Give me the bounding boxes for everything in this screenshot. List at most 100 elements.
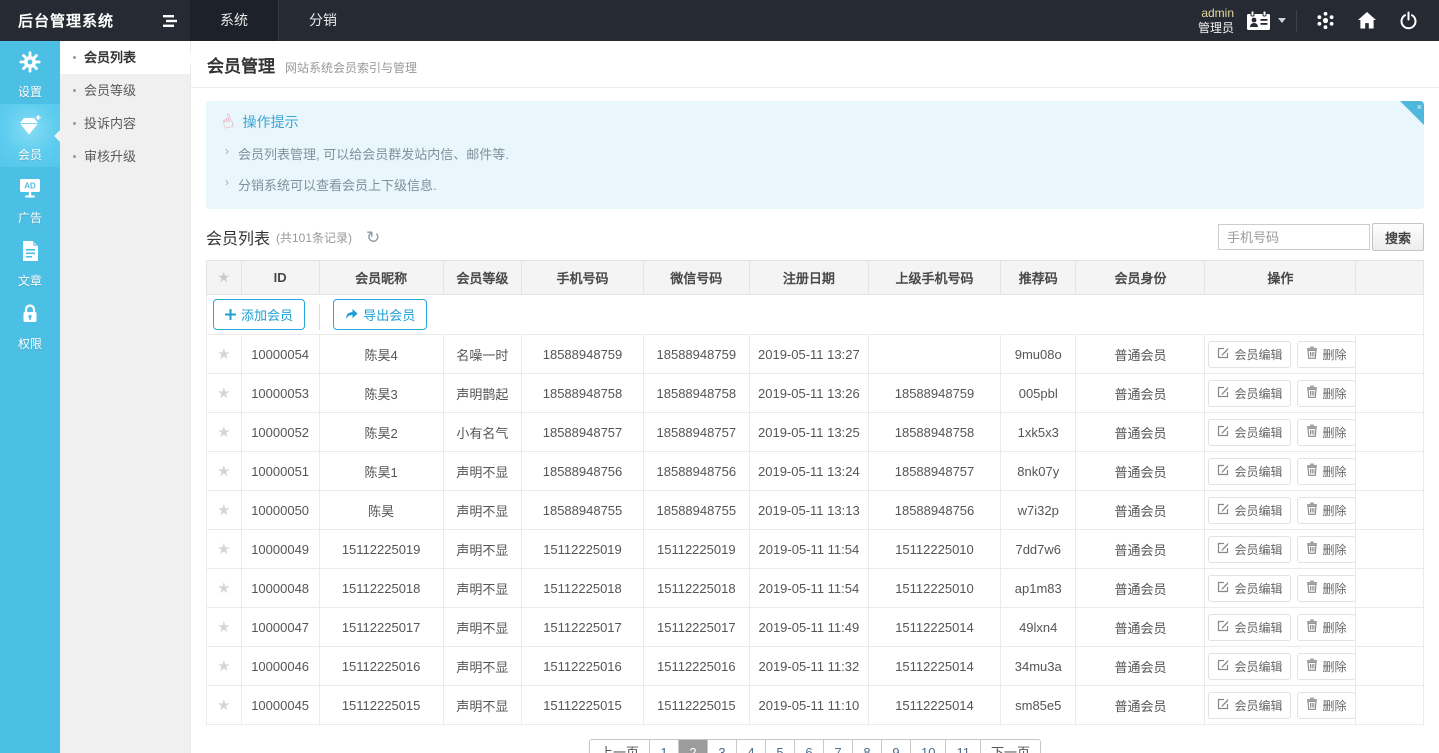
submenu-sidebar: 会员列表会员等级投诉内容审核升级 [60, 41, 190, 753]
star-icon[interactable]: ★ [207, 608, 242, 647]
article-icon [19, 239, 41, 268]
page-button-6[interactable]: 6 [794, 740, 823, 753]
page-button-7[interactable]: 7 [823, 740, 852, 753]
cell-id: 10000047 [241, 608, 319, 647]
svg-text:AD: AD [24, 181, 36, 190]
add-member-button[interactable]: 添加会员 [213, 299, 305, 330]
star-icon[interactable]: ★ [207, 374, 242, 413]
id-card-icon[interactable] [1243, 0, 1288, 41]
search-input[interactable] [1218, 224, 1370, 250]
delete-member-button[interactable]: 删除 [1297, 575, 1355, 602]
nav-tab-system[interactable]: 系统 [190, 0, 278, 41]
list-bar: 会员列表 (共101条记录) ↻ 搜索 [206, 223, 1424, 251]
delete-member-button[interactable]: 删除 [1297, 653, 1355, 680]
delete-label: 删除 [1322, 541, 1346, 558]
delete-member-button[interactable]: 删除 [1297, 497, 1355, 524]
menu-toggle-icon[interactable] [162, 14, 178, 28]
cell-parent_phone: 15112225010 [868, 530, 1000, 569]
edit-icon [1217, 502, 1234, 518]
edit-member-button[interactable]: 会员编辑 [1208, 575, 1291, 602]
cell-phone: 18588948757 [522, 413, 644, 452]
submenu-item-member-level[interactable]: 会员等级 [60, 74, 190, 107]
star-icon[interactable]: ★ [207, 452, 242, 491]
edit-icon [1217, 619, 1234, 635]
delete-member-button[interactable]: 删除 [1297, 692, 1355, 719]
edit-member-button[interactable]: 会员编辑 [1208, 653, 1291, 680]
trash-icon [1306, 502, 1322, 518]
edit-member-button[interactable]: 会员编辑 [1208, 458, 1291, 485]
page-subtitle: 网站系统会员索引与管理 [285, 59, 417, 76]
nav-tab-distribution[interactable]: 分销 [278, 0, 367, 41]
home-icon[interactable] [1346, 0, 1388, 41]
page-button-5[interactable]: 5 [765, 740, 794, 753]
page-button-8[interactable]: 8 [852, 740, 881, 753]
table-row: ★10000050陈昊声明不显1858894875518588948755201… [207, 491, 1424, 530]
cell-nickname: 陈昊 [319, 491, 443, 530]
edit-member-button[interactable]: 会员编辑 [1208, 419, 1291, 446]
page-button-11[interactable]: 11 [945, 740, 980, 753]
edit-member-button[interactable]: 会员编辑 [1208, 536, 1291, 563]
delete-member-button[interactable]: 删除 [1297, 536, 1355, 563]
star-icon[interactable]: ★ [207, 647, 242, 686]
column-header-3: 手机号码 [522, 261, 644, 295]
cell-id: 10000053 [241, 374, 319, 413]
cell-empty [1356, 491, 1424, 530]
page-button-1[interactable]: 1 [649, 740, 678, 753]
share-icon[interactable] [1305, 0, 1346, 41]
star-icon[interactable]: ★ [207, 686, 242, 725]
delete-member-button[interactable]: 删除 [1297, 380, 1355, 407]
page-button-3[interactable]: 3 [707, 740, 736, 753]
cell-ref_code: ap1m83 [1001, 569, 1076, 608]
prev-page-button[interactable]: 上一页 [590, 740, 649, 753]
cell-empty [1356, 452, 1424, 491]
next-page-button[interactable]: 下一页 [980, 740, 1040, 753]
cell-id: 10000045 [241, 686, 319, 725]
search-button[interactable]: 搜索 [1372, 223, 1424, 251]
star-icon[interactable]: ★ [207, 335, 242, 374]
power-icon[interactable] [1388, 0, 1429, 41]
sidebar-item-settings[interactable]: 设置 [0, 41, 60, 104]
cell-reg_date: 2019-05-11 13:24 [749, 452, 868, 491]
edit-member-button[interactable]: 会员编辑 [1208, 692, 1291, 719]
trash-icon [1306, 385, 1322, 401]
cell-parent_phone: 18588948756 [868, 491, 1000, 530]
cell-nickname: 陈昊2 [319, 413, 443, 452]
edit-label: 会员编辑 [1234, 346, 1282, 363]
delete-member-button[interactable]: 删除 [1297, 614, 1355, 641]
page-button-10[interactable]: 10 [910, 740, 945, 753]
sidebar-item-permissions[interactable]: 权限 [0, 293, 60, 356]
edit-member-button[interactable]: 会员编辑 [1208, 380, 1291, 407]
export-member-button[interactable]: 导出会员 [333, 299, 427, 330]
gear-icon [18, 50, 42, 79]
submenu-item-member-list[interactable]: 会员列表 [60, 41, 190, 74]
sidebar-item-ads[interactable]: AD广告 [0, 167, 60, 230]
delete-member-button[interactable]: 删除 [1297, 419, 1355, 446]
cell-identity: 普通会员 [1076, 491, 1205, 530]
star-icon[interactable]: ★ [207, 530, 242, 569]
delete-member-button[interactable]: 删除 [1297, 458, 1355, 485]
tip-collapse-corner[interactable]: × [1400, 101, 1424, 125]
submenu-item-upgrade-review[interactable]: 审核升级 [60, 140, 190, 173]
page-button-2[interactable]: 2 [678, 740, 707, 753]
star-icon[interactable]: ★ [207, 413, 242, 452]
edit-label: 会员编辑 [1234, 580, 1282, 597]
edit-member-button[interactable]: 会员编辑 [1208, 614, 1291, 641]
sidebar-item-members[interactable]: 会员 [0, 104, 60, 167]
edit-member-button[interactable]: 会员编辑 [1208, 497, 1291, 524]
submenu-item-complaints[interactable]: 投诉内容 [60, 107, 190, 140]
page-button-4[interactable]: 4 [736, 740, 765, 753]
page-title: 会员管理 [207, 52, 275, 77]
delete-member-button[interactable]: 删除 [1297, 341, 1355, 368]
hand-pointer-icon: ☝ [219, 111, 236, 133]
refresh-icon[interactable]: ↻ [366, 229, 380, 246]
edit-member-button[interactable]: 会员编辑 [1208, 341, 1291, 368]
star-icon[interactable]: ★ [207, 569, 242, 608]
sidebar-item-articles[interactable]: 文章 [0, 230, 60, 293]
cell-phone: 15112225018 [522, 569, 644, 608]
star-icon[interactable]: ★ [207, 491, 242, 530]
table-row: ★10000051陈昊1声明不显185889487561858894875620… [207, 452, 1424, 491]
page-button-9[interactable]: 9 [881, 740, 910, 753]
cell-wechat: 15112225019 [643, 530, 749, 569]
cell-id: 10000049 [241, 530, 319, 569]
cell-id: 10000050 [241, 491, 319, 530]
